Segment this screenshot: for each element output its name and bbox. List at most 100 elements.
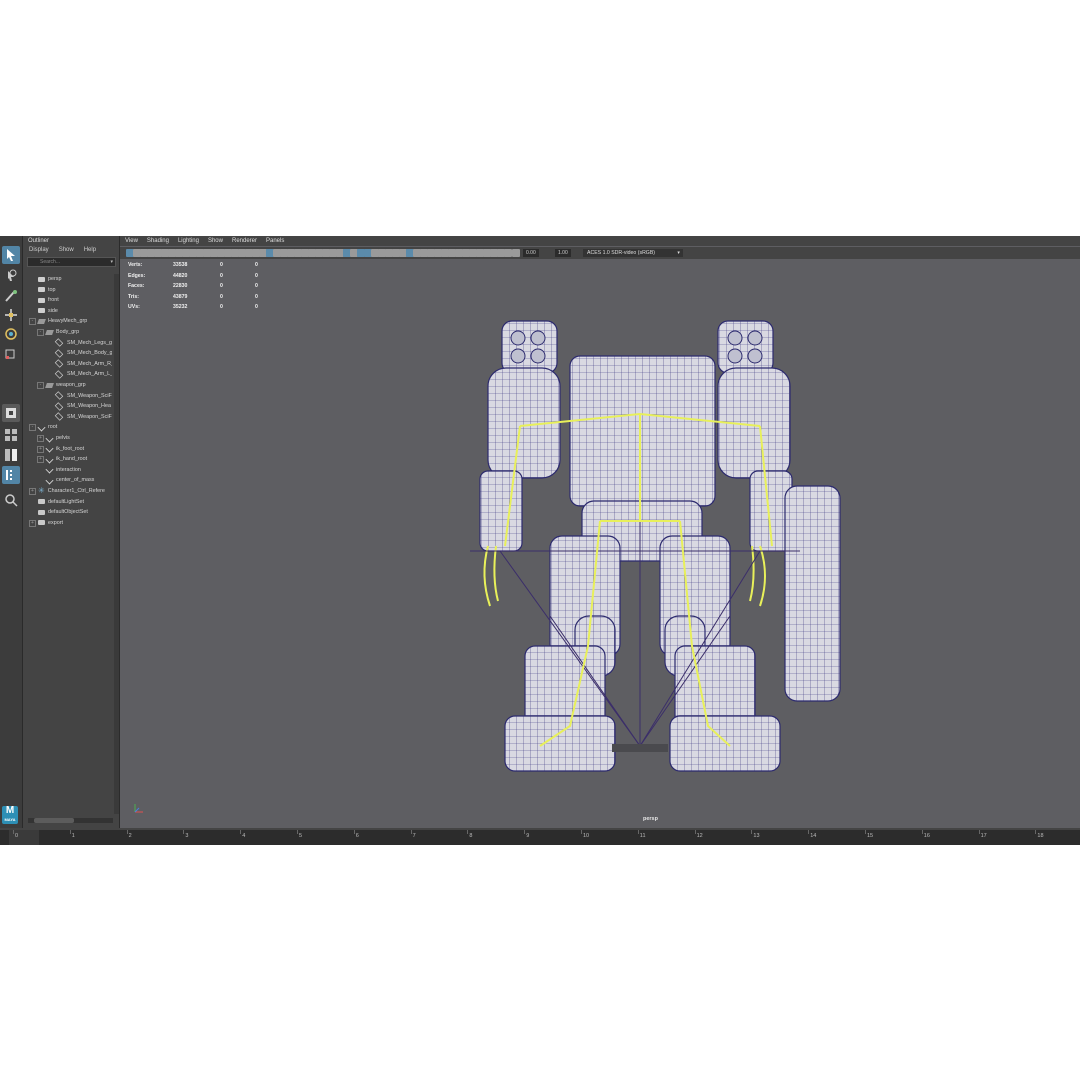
outliner-item[interactable]: front bbox=[38, 295, 59, 305]
viewport-toolbar-icon[interactable] bbox=[512, 249, 520, 257]
outliner-item[interactable]: + pelvis bbox=[37, 433, 70, 443]
lasso-tool-icon[interactable] bbox=[2, 267, 20, 285]
outliner-item[interactable]: - HeavyMech_grp bbox=[29, 316, 88, 326]
outliner-item-label: root bbox=[48, 424, 58, 431]
color-space-label: ACES 1.0 SDR-video (sRGB) bbox=[587, 250, 656, 256]
rotate-tool-icon[interactable] bbox=[2, 325, 20, 343]
outliner-menu-bar: Display Show Help bbox=[24, 245, 119, 255]
search-icon[interactable] bbox=[2, 491, 20, 509]
timeline-tick bbox=[183, 830, 185, 834]
timeline-frame-label: 9 bbox=[526, 833, 530, 839]
color-space-dropdown[interactable]: ACES 1.0 SDR-video (sRGB) ▾ bbox=[583, 249, 683, 257]
outliner-item[interactable]: SM_Mech_Legs_g bbox=[54, 338, 112, 348]
outliner-item[interactable]: top bbox=[38, 285, 56, 295]
outliner-item-label: HeavyMech_grp bbox=[48, 318, 88, 325]
hud-row-tris: Tris: 43879 0 0 bbox=[128, 293, 258, 300]
outliner-item[interactable]: center_of_mass bbox=[45, 475, 95, 485]
outliner-item[interactable]: SM_Weapon_SciFi bbox=[54, 412, 112, 422]
outliner-item-label: center_of_mass bbox=[56, 477, 95, 484]
timeline-frame-label: 16 bbox=[923, 833, 930, 839]
mech-model-wireframe[interactable] bbox=[460, 316, 890, 796]
paint-tool-icon[interactable] bbox=[2, 287, 20, 305]
outliner-item[interactable]: + ik_foot_root bbox=[37, 444, 85, 454]
control-icon: ✳ bbox=[38, 486, 45, 495]
outliner-item-label: SM_Weapon_SciFi bbox=[67, 392, 112, 399]
outliner-item-label: SM_Weapon_Hea bbox=[67, 403, 111, 410]
viewport-menu-view[interactable]: View bbox=[125, 236, 138, 246]
outliner-item[interactable]: SM_Mech_Body_g bbox=[54, 348, 112, 358]
outliner-horizontal-scrollbar[interactable] bbox=[28, 818, 113, 823]
outliner-item[interactable]: SM_Mech_Arm_R_ bbox=[54, 359, 112, 369]
viewport-menu-panels[interactable]: Panels bbox=[266, 236, 284, 246]
outliner-item-label: interaction bbox=[56, 466, 81, 473]
joint-icon bbox=[45, 476, 54, 485]
collapse-icon[interactable]: - bbox=[37, 382, 44, 389]
outliner-menu-display[interactable]: Display bbox=[29, 245, 49, 255]
single-pane-layout-icon[interactable] bbox=[2, 404, 20, 422]
exposure-field[interactable]: 0.00 bbox=[523, 249, 539, 257]
select-tool-icon[interactable] bbox=[2, 246, 20, 264]
outliner-item[interactable]: defaultLightSet bbox=[38, 497, 84, 507]
collapse-icon[interactable]: - bbox=[29, 424, 36, 432]
outliner-menu-help[interactable]: Help bbox=[84, 245, 96, 255]
outliner-item-label: ik_foot_root bbox=[56, 445, 85, 452]
group-icon bbox=[45, 329, 54, 335]
timeline-frame-label: 14 bbox=[810, 833, 817, 839]
collapse-icon[interactable]: - bbox=[29, 318, 36, 326]
outliner-item[interactable]: SM_Mech_Arm_L_ bbox=[54, 369, 112, 379]
outliner-item[interactable]: - weapon_grp bbox=[37, 380, 86, 390]
viewport-panel[interactable]: View Shading Lighting Show Renderer Pane… bbox=[120, 236, 1080, 828]
expand-icon[interactable]: + bbox=[37, 456, 44, 464]
expand-icon[interactable]: + bbox=[29, 519, 36, 527]
viewport-menu-bar: View Shading Lighting Show Renderer Pane… bbox=[120, 236, 1080, 246]
outliner-item[interactable]: SM_Weapon_SciFi bbox=[54, 391, 112, 401]
outliner-vertical-scrollbar[interactable] bbox=[114, 274, 119, 814]
outliner-item[interactable]: + ik_hand_root bbox=[37, 454, 87, 464]
timeline-tick bbox=[353, 830, 355, 834]
outliner-item[interactable]: interaction bbox=[45, 465, 81, 475]
outliner-item[interactable]: defaultObjectSet bbox=[38, 507, 88, 517]
viewport-menu-shading[interactable]: Shading bbox=[147, 236, 169, 246]
outliner-item[interactable]: + ✳ Character1_Ctrl_Refere bbox=[29, 486, 105, 496]
gamma-field[interactable]: 1.00 bbox=[555, 249, 571, 257]
outliner-panel: Outliner Display Show Help Search... ▾ p… bbox=[24, 236, 120, 828]
scale-tool-icon[interactable] bbox=[2, 344, 20, 362]
joint-icon bbox=[37, 423, 46, 432]
toolbox: M MAYA bbox=[0, 236, 23, 828]
viewport-menu-renderer[interactable]: Renderer bbox=[232, 236, 257, 246]
outliner-item[interactable]: side bbox=[38, 306, 58, 316]
two-pane-layout-icon[interactable] bbox=[2, 446, 20, 464]
mesh-icon bbox=[54, 359, 64, 369]
timeline-tick bbox=[126, 830, 128, 834]
move-tool-icon[interactable] bbox=[2, 306, 20, 324]
poly-count-hud: Verts: 33538 0 0 Edges: 44820 0 0 Faces: 22830 0… bbox=[128, 262, 275, 315]
outliner-item[interactable]: persp bbox=[38, 274, 62, 284]
chevron-down-icon[interactable]: ▾ bbox=[677, 249, 680, 257]
chevron-down-icon[interactable]: ▾ bbox=[110, 258, 113, 266]
timeline-tick bbox=[240, 830, 242, 834]
expand-icon[interactable]: + bbox=[29, 488, 36, 495]
collapse-icon[interactable]: - bbox=[37, 329, 44, 336]
outliner-search-placeholder: Search... bbox=[40, 259, 61, 265]
set-icon bbox=[38, 499, 45, 505]
outliner-item[interactable]: - root bbox=[29, 422, 58, 432]
camera-icon bbox=[38, 287, 45, 293]
viewport-toolbar-icon[interactable] bbox=[504, 249, 512, 257]
expand-icon[interactable]: + bbox=[37, 445, 44, 453]
outliner-item[interactable]: - Body_grp bbox=[37, 327, 79, 337]
joint-icon bbox=[45, 434, 54, 442]
outliner-search-input[interactable]: Search... ▾ bbox=[27, 257, 116, 267]
outliner-item-label: defaultObjectSet bbox=[48, 509, 88, 516]
expand-icon[interactable]: + bbox=[37, 435, 44, 442]
viewport-menu-show[interactable]: Show bbox=[208, 236, 223, 246]
outliner-layout-icon[interactable] bbox=[2, 466, 20, 484]
outliner-item[interactable]: + export bbox=[29, 518, 63, 528]
scrollbar-thumb[interactable] bbox=[34, 818, 74, 823]
outliner-item-label: SM_Mech_Body_g bbox=[67, 350, 112, 357]
time-slider[interactable]: 0 1 2 3 4 5 6 7 8 9 10 11 12 13 14 15 16 17 18 bbox=[0, 830, 1080, 845]
timeline-frame-label: 4 bbox=[242, 833, 246, 839]
viewport-menu-lighting[interactable]: Lighting bbox=[178, 236, 199, 246]
four-pane-layout-icon[interactable] bbox=[2, 426, 20, 444]
outliner-menu-show[interactable]: Show bbox=[59, 245, 74, 255]
outliner-item[interactable]: SM_Weapon_Hea bbox=[54, 401, 111, 411]
